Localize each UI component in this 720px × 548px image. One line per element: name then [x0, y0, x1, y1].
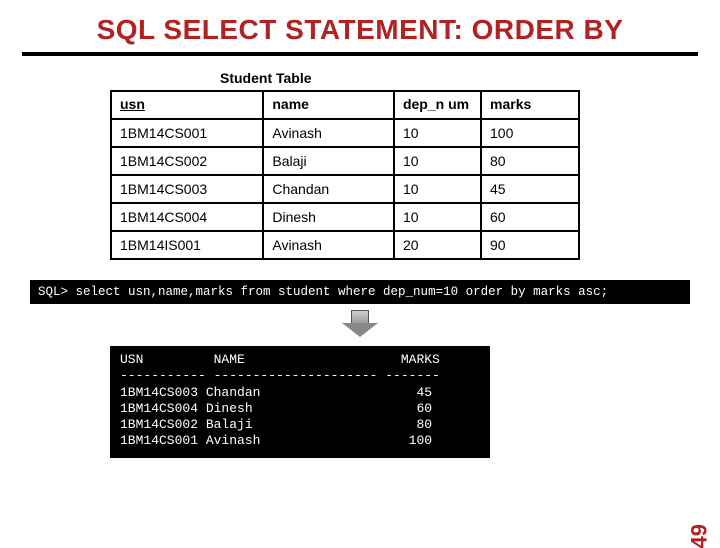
- header-marks: marks: [481, 91, 579, 119]
- cell-name: Chandan: [263, 175, 394, 203]
- result-row: 1BM14CS004 Dinesh 60: [120, 401, 432, 416]
- cell-name: Avinash: [263, 231, 394, 259]
- cell-marks: 45: [481, 175, 579, 203]
- cell-marks: 80: [481, 147, 579, 175]
- student-table: usn name dep_n um marks 1BM14CS001 Avina…: [110, 90, 580, 260]
- table-row: 1BM14CS002 Balaji 10 80: [111, 147, 579, 175]
- cell-usn: 1BM14CS004: [111, 203, 263, 231]
- table-row: 1BM14CS003 Chandan 10 45: [111, 175, 579, 203]
- cell-dep-num: 10: [394, 175, 481, 203]
- table-row: 1BM14CS004 Dinesh 10 60: [111, 203, 579, 231]
- cell-marks: 90: [481, 231, 579, 259]
- cell-name: Avinash: [263, 119, 394, 147]
- title-underline: [22, 52, 698, 56]
- header-dep-num: dep_n um: [394, 91, 481, 119]
- cell-dep-num: 10: [394, 119, 481, 147]
- cell-name: Balaji: [263, 147, 394, 175]
- sql-result-output: USN NAME MARKS ----------- -------------…: [110, 346, 490, 458]
- cell-marks: 100: [481, 119, 579, 147]
- cell-usn: 1BM14CS003: [111, 175, 263, 203]
- result-row: 1BM14CS002 Balaji 80: [120, 417, 432, 432]
- student-table-label: Student Table: [220, 70, 720, 86]
- slide-title: SQL SELECT STATEMENT: ORDER BY: [0, 0, 720, 52]
- header-usn: usn: [111, 91, 263, 119]
- cell-usn: 1BM14IS001: [111, 231, 263, 259]
- cell-marks: 60: [481, 203, 579, 231]
- page-number: 49: [686, 524, 712, 548]
- result-row: 1BM14CS001 Avinash 100: [120, 433, 432, 448]
- result-rule: ----------- --------------------- ------…: [120, 368, 440, 383]
- result-header: USN NAME MARKS: [120, 352, 440, 367]
- cell-usn: 1BM14CS002: [111, 147, 263, 175]
- header-name: name: [263, 91, 394, 119]
- result-row: 1BM14CS003 Chandan 45: [120, 385, 432, 400]
- table-header-row: usn name dep_n um marks: [111, 91, 579, 119]
- cell-dep-num: 20: [394, 231, 481, 259]
- table-row: 1BM14IS001 Avinash 20 90: [111, 231, 579, 259]
- cell-usn: 1BM14CS001: [111, 119, 263, 147]
- sql-query-line: SQL> select usn,name,marks from student …: [30, 280, 690, 304]
- table-row: 1BM14CS001 Avinash 10 100: [111, 119, 579, 147]
- cell-name: Dinesh: [263, 203, 394, 231]
- down-arrow-icon: [0, 310, 720, 342]
- cell-dep-num: 10: [394, 203, 481, 231]
- cell-dep-num: 10: [394, 147, 481, 175]
